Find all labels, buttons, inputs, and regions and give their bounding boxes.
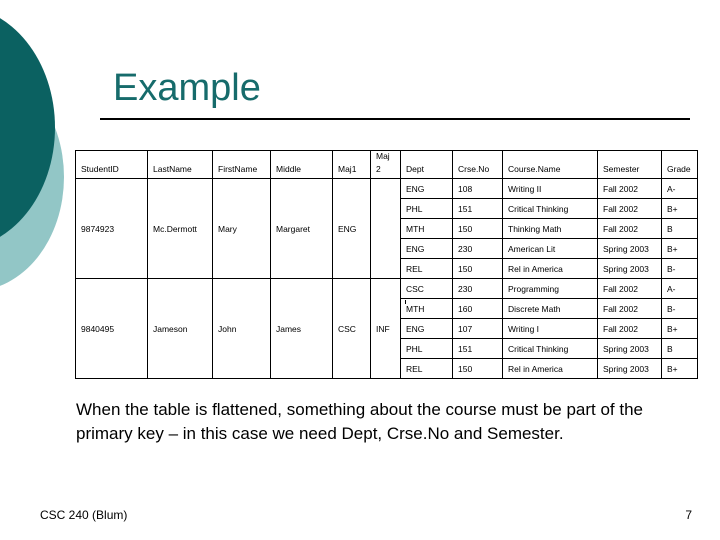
semester-cell: Fall 2002 bbox=[597, 218, 662, 239]
semester-cell: Fall 2002 bbox=[597, 178, 662, 199]
grade-cell: B- bbox=[661, 258, 698, 279]
course-name-cell: Writing II bbox=[502, 178, 598, 199]
crse-no-cell: 160 bbox=[452, 298, 503, 319]
course-name-cell: Discrete Math bbox=[502, 298, 598, 319]
column-header-semester: Semester bbox=[597, 150, 662, 179]
semester-cell: Fall 2002 bbox=[597, 298, 662, 319]
crse-no-cell: 108 bbox=[452, 178, 503, 199]
table-row: 9840495 Jameson John James CSC INF CSC 230 Progr… bbox=[75, 278, 698, 379]
dept-cell: CSC bbox=[400, 278, 453, 299]
column-header-first-name: FirstName bbox=[212, 150, 271, 179]
course-name-cell: American Lit bbox=[502, 238, 598, 259]
grade-cell: B- bbox=[661, 298, 698, 319]
grade-cell: B+ bbox=[661, 318, 698, 339]
dept-cell: ENG bbox=[400, 178, 453, 199]
stray-mark-icon bbox=[405, 300, 406, 304]
column-header-crse-no: Crse.No bbox=[452, 150, 503, 179]
semester-cell: Fall 2002 bbox=[597, 318, 662, 339]
footer-course-label: CSC 240 (Blum) bbox=[40, 508, 128, 522]
semester-cell: Spring 2003 bbox=[597, 238, 662, 259]
dept-cell: ENG bbox=[400, 318, 453, 339]
course-name-cell: Critical Thinking bbox=[502, 198, 598, 219]
grade-cell: B bbox=[661, 218, 698, 239]
title-underline-rule bbox=[100, 118, 690, 120]
crse-no-cell: 150 bbox=[452, 258, 503, 279]
table-body: 9874923 Mc.Dermott Mary Margaret ENG ENG 108 Wr… bbox=[75, 178, 698, 379]
dept-cell: PHL bbox=[400, 198, 453, 219]
grade-cell: B+ bbox=[661, 358, 698, 379]
crse-no-cell: 151 bbox=[452, 198, 503, 219]
column-header-last-name: LastName bbox=[147, 150, 213, 179]
course-name-cell: Writing I bbox=[502, 318, 598, 339]
grade-cell: B+ bbox=[661, 198, 698, 219]
semester-cell: Spring 2003 bbox=[597, 258, 662, 279]
course-name-cell: Thinking Math bbox=[502, 218, 598, 239]
dept-cell: ENG bbox=[400, 238, 453, 259]
slide-canvas: Example StudentID LastName FirstName Mid… bbox=[0, 0, 720, 540]
dept-cell: MTH bbox=[400, 298, 453, 319]
semester-cell: Fall 2002 bbox=[597, 198, 662, 219]
course-name-cell: Programming bbox=[502, 278, 598, 299]
column-header-maj2-line1: Maj bbox=[376, 151, 390, 161]
course-name-cell: Critical Thinking bbox=[502, 338, 598, 359]
crse-no-cell: 230 bbox=[452, 278, 503, 299]
column-header-middle: Middle bbox=[270, 150, 333, 179]
maj2-cell: INF bbox=[370, 278, 401, 379]
column-header-dept: Dept bbox=[400, 150, 453, 179]
course-name-cell: Rel in America bbox=[502, 358, 598, 379]
crse-no-cell: 150 bbox=[452, 358, 503, 379]
semester-cell: Fall 2002 bbox=[597, 278, 662, 299]
table-row: 9874923 Mc.Dermott Mary Margaret ENG ENG 108 Wr… bbox=[75, 178, 698, 279]
student-id-cell: 9840495 bbox=[75, 278, 148, 379]
first-name-cell: Mary bbox=[212, 178, 271, 279]
crse-no-cell: 151 bbox=[452, 338, 503, 359]
explanation-paragraph: When the table is flattened, something a… bbox=[76, 400, 644, 443]
dept-cell: REL bbox=[400, 258, 453, 279]
column-header-grade: Grade bbox=[661, 150, 698, 179]
maj1-cell: CSC bbox=[332, 278, 371, 379]
grade-cell: B+ bbox=[661, 238, 698, 259]
column-header-course-name: Course.Name bbox=[502, 150, 598, 179]
page-title: Example bbox=[113, 67, 261, 109]
first-name-cell: John bbox=[212, 278, 271, 379]
grade-cell: A- bbox=[661, 178, 698, 199]
table-header-row: StudentID LastName FirstName Middle Maj1… bbox=[75, 150, 698, 179]
middle-name-cell: Margaret bbox=[270, 178, 333, 279]
dept-cell: MTH bbox=[400, 218, 453, 239]
course-name-cell: Rel in America bbox=[502, 258, 598, 279]
student-id-cell: 9874923 bbox=[75, 178, 148, 279]
maj1-cell: ENG bbox=[332, 178, 371, 279]
column-header-maj1: Maj1 bbox=[332, 150, 371, 179]
column-header-maj2-line2: 2 bbox=[376, 164, 381, 174]
flattened-student-course-table: StudentID LastName FirstName Middle Maj1… bbox=[75, 150, 698, 379]
grade-cell: B bbox=[661, 338, 698, 359]
maj2-cell bbox=[370, 178, 401, 279]
flattened-table-container: StudentID LastName FirstName Middle Maj1… bbox=[75, 150, 698, 379]
last-name-cell: Mc.Dermott bbox=[147, 178, 213, 279]
footer-page-number: 7 bbox=[685, 508, 692, 522]
middle-name-cell: James bbox=[270, 278, 333, 379]
semester-cell: Spring 2003 bbox=[597, 358, 662, 379]
last-name-cell: Jameson bbox=[147, 278, 213, 379]
column-header-student-id: StudentID bbox=[75, 150, 148, 179]
dept-cell: PHL bbox=[400, 338, 453, 359]
crse-no-cell: 230 bbox=[452, 238, 503, 259]
column-header-maj2: Maj 2 bbox=[370, 150, 401, 179]
crse-no-cell: 107 bbox=[452, 318, 503, 339]
crse-no-cell: 150 bbox=[452, 218, 503, 239]
grade-cell: A- bbox=[661, 278, 698, 299]
dept-cell: REL bbox=[400, 358, 453, 379]
semester-cell: Spring 2003 bbox=[597, 338, 662, 359]
